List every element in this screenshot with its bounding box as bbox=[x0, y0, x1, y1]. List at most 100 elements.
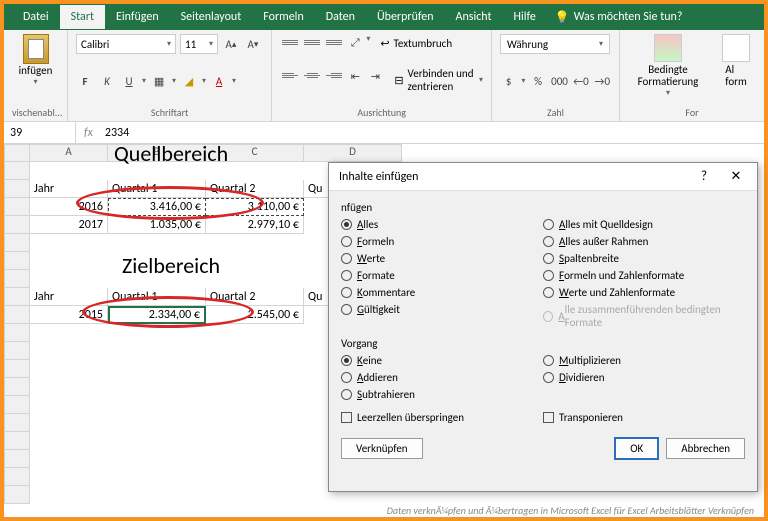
align-middle-icon[interactable] bbox=[302, 34, 322, 50]
row-header[interactable] bbox=[4, 216, 30, 234]
increase-indent-icon[interactable]: ⇥ bbox=[366, 67, 384, 85]
cell[interactable]: Quartal 2 bbox=[206, 180, 304, 198]
row-header[interactable] bbox=[4, 198, 30, 216]
format-table-button[interactable]: Al form bbox=[716, 34, 756, 98]
font-color-icon[interactable]: A bbox=[210, 72, 228, 90]
radio-option[interactable]: Addieren bbox=[341, 371, 543, 384]
percent-format-icon[interactable]: % bbox=[529, 72, 546, 90]
tab-datei[interactable]: Datei bbox=[12, 5, 60, 29]
bold-button[interactable]: F bbox=[76, 72, 94, 90]
borders-icon[interactable]: ▦ bbox=[150, 72, 168, 90]
radio-option[interactable]: Alles außer Rahmen bbox=[543, 235, 745, 248]
radio-option[interactable]: Kommentare bbox=[341, 286, 543, 299]
align-left-icon[interactable] bbox=[280, 67, 300, 83]
align-bottom-icon[interactable] bbox=[324, 34, 344, 50]
radio-option[interactable]: Werte bbox=[341, 252, 543, 265]
row-header[interactable] bbox=[4, 414, 30, 432]
dialog-titlebar[interactable]: Inhalte einfügen ? ✕ bbox=[329, 163, 757, 191]
wrap-text-button[interactable]: ↩ Textumbruch bbox=[380, 34, 452, 52]
row-header[interactable] bbox=[4, 396, 30, 414]
tab-formeln[interactable]: Formeln bbox=[252, 5, 314, 29]
merge-center-button[interactable]: ⊟ Verbinden und zentrieren ▾ bbox=[394, 67, 483, 93]
cell[interactable]: 2.979,10 € bbox=[206, 216, 304, 234]
link-button[interactable]: Verknüpfen bbox=[341, 438, 423, 459]
conditional-formatting-button[interactable]: Bedingte Formatierung ▾ bbox=[628, 34, 708, 98]
radio-option[interactable]: Formeln und Zahlenformate bbox=[543, 269, 745, 282]
row-header[interactable] bbox=[4, 468, 30, 486]
radio-option[interactable]: Alles bbox=[341, 218, 543, 231]
align-right-icon[interactable] bbox=[324, 67, 344, 83]
row-header[interactable] bbox=[4, 342, 30, 360]
font-name-select[interactable]: Calibri▾ bbox=[76, 34, 176, 54]
select-all-corner[interactable] bbox=[4, 144, 30, 162]
tab-daten[interactable]: Daten bbox=[315, 5, 366, 29]
decrease-decimal-icon[interactable]: →0 bbox=[594, 72, 611, 90]
radio-option[interactable]: Multiplizieren bbox=[543, 354, 745, 367]
align-center-icon[interactable] bbox=[302, 67, 322, 83]
tab-ueberpruefen[interactable]: Überprüfen bbox=[366, 5, 445, 29]
radio-option[interactable]: Formate bbox=[341, 269, 543, 282]
font-size-select[interactable]: 11▾ bbox=[180, 34, 218, 54]
cell[interactable]: 2017 bbox=[30, 216, 108, 234]
align-top-icon[interactable] bbox=[280, 34, 300, 50]
decrease-indent-icon[interactable]: ⇤ bbox=[346, 67, 364, 85]
comma-format-icon[interactable]: 000 bbox=[551, 72, 568, 90]
radio-option[interactable]: Spaltenbreite bbox=[543, 252, 745, 265]
ok-button[interactable]: OK bbox=[615, 438, 658, 459]
row-header[interactable] bbox=[4, 324, 30, 342]
row-header[interactable] bbox=[4, 306, 30, 324]
row-header[interactable] bbox=[4, 162, 30, 180]
radio-option[interactable]: Gültigkeit bbox=[341, 303, 543, 316]
accounting-format-icon[interactable]: $ bbox=[500, 72, 517, 90]
cell[interactable]: 2015 bbox=[30, 306, 108, 324]
dialog-close-button[interactable]: ✕ bbox=[721, 166, 751, 188]
radio-option[interactable]: Werte und Zahlenformate bbox=[543, 286, 745, 299]
row-header[interactable] bbox=[4, 234, 30, 252]
cell[interactable]: Jahr bbox=[30, 180, 108, 198]
skip-blanks-checkbox[interactable]: Leerzellen überspringen bbox=[341, 411, 543, 424]
row-header[interactable] bbox=[4, 252, 30, 270]
cell-selected[interactable]: 2.334,00 € bbox=[108, 306, 206, 324]
row-header[interactable] bbox=[4, 432, 30, 450]
orientation-icon[interactable]: ⤢ bbox=[346, 34, 364, 52]
cell[interactable]: 3.110,00 € bbox=[206, 198, 304, 216]
row-header[interactable] bbox=[4, 378, 30, 396]
tab-start[interactable]: Start bbox=[60, 5, 105, 29]
transpose-checkbox[interactable]: Transponieren bbox=[543, 411, 745, 424]
cancel-button[interactable]: Abbrechen bbox=[666, 438, 745, 459]
radio-option[interactable]: Dividieren bbox=[543, 371, 745, 384]
radio-option[interactable]: Keine bbox=[341, 354, 543, 367]
row-header[interactable] bbox=[4, 180, 30, 198]
col-header-D[interactable]: D bbox=[304, 144, 402, 162]
row-header[interactable] bbox=[4, 288, 30, 306]
tab-hilfe[interactable]: Hilfe bbox=[503, 5, 547, 29]
cell[interactable]: Jahr bbox=[30, 288, 108, 306]
paste-icon[interactable] bbox=[23, 34, 49, 64]
cell[interactable]: 1.035,00 € bbox=[108, 216, 206, 234]
italic-button[interactable]: K bbox=[98, 72, 116, 90]
tab-ansicht[interactable]: Ansicht bbox=[445, 5, 503, 29]
cell[interactable]: Quartal 2 bbox=[206, 288, 304, 306]
row-header[interactable] bbox=[4, 486, 30, 504]
radio-option[interactable]: Alles mit Quelldesign bbox=[543, 218, 745, 231]
tab-seitenlayout[interactable]: Seitenlayout bbox=[170, 5, 253, 29]
tell-me-search[interactable]: 💡 Was möchten Sie tun? bbox=[555, 10, 683, 25]
dialog-help-button[interactable]: ? bbox=[689, 166, 719, 188]
cell[interactable]: Quartal 1 bbox=[108, 288, 206, 306]
increase-font-icon[interactable]: A▴ bbox=[222, 35, 240, 53]
number-format-select[interactable]: Währung▾ bbox=[500, 34, 610, 54]
cell[interactable]: 2.545,00 € bbox=[206, 306, 304, 324]
row-header[interactable] bbox=[4, 360, 30, 378]
cell[interactable]: Quartal 1 bbox=[108, 180, 206, 198]
row-header[interactable] bbox=[4, 270, 30, 288]
formula-input[interactable]: 2334 bbox=[101, 126, 129, 140]
col-header-A[interactable]: A bbox=[30, 144, 108, 162]
fx-icon[interactable]: fx bbox=[76, 126, 101, 140]
increase-decimal-icon[interactable]: ←0 bbox=[572, 72, 589, 90]
fill-color-icon[interactable]: ◢ bbox=[180, 72, 198, 90]
underline-dropdown-icon[interactable]: ▾ bbox=[142, 76, 146, 86]
radio-option[interactable]: Formeln bbox=[341, 235, 543, 248]
name-box[interactable]: 39 bbox=[4, 122, 76, 143]
cell[interactable]: 3.416,00 € bbox=[108, 198, 206, 216]
cell[interactable]: 2016 bbox=[30, 198, 108, 216]
